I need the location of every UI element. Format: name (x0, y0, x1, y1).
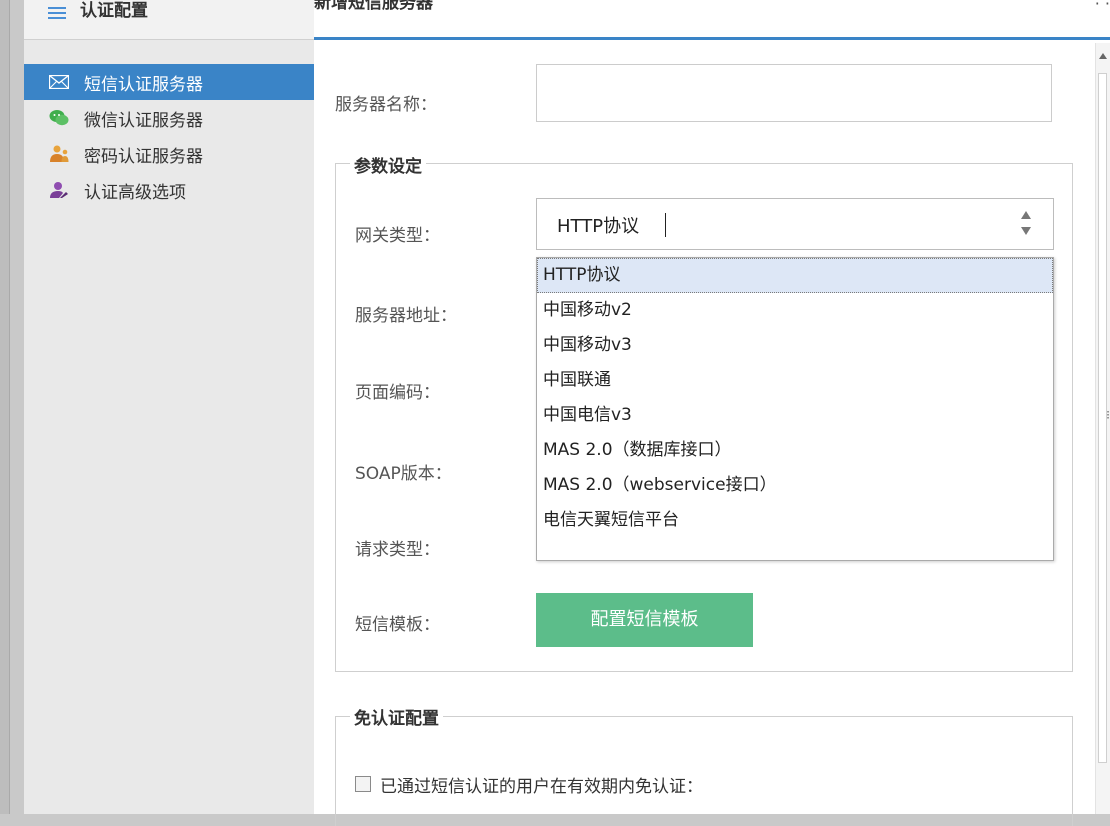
gateway-select[interactable]: HTTP协议 (536, 198, 1054, 250)
wechat-icon (48, 109, 70, 127)
dropdown-option[interactable]: MAS 2.0（数据库接口） (537, 433, 1053, 468)
dropdown-option[interactable]: 中国电信v3 (537, 398, 1053, 433)
arrow-down-icon (1021, 227, 1031, 235)
sidebar: 认证配置 短信认证服务器 微信认证服务器 密码认证服务器 认证高级选项 (24, 0, 314, 814)
sms-template-label: 短信模板： (355, 615, 440, 635)
resize-handle-icon[interactable]: ⁝ (1106, 408, 1110, 422)
exempt-checkbox-label: 已通过短信认证的用户在有效期内免认证： (380, 777, 703, 797)
dropdown-option[interactable]: 中国联通 (537, 363, 1053, 398)
sidebar-item-wechat-server[interactable]: 微信认证服务器 (24, 100, 314, 136)
dialog-title: 新增短信服务器 (314, 0, 433, 13)
exempt-checkbox[interactable] (355, 776, 371, 792)
sidebar-item-sms-server[interactable]: 短信认证服务器 (24, 64, 314, 100)
sidebar-item-label: 短信认证服务器 (84, 74, 203, 95)
sidebar-title: 认证配置 (80, 1, 148, 21)
select-spinner-icon[interactable] (1019, 209, 1033, 239)
dropdown-option[interactable]: MAS 2.0（webservice接口） (537, 468, 1053, 503)
sidebar-item-label: 微信认证服务器 (84, 110, 203, 131)
dropdown-option[interactable]: HTTP协议 (537, 258, 1053, 293)
dialog-controls[interactable]: · · (1095, 0, 1110, 13)
configure-sms-template-button[interactable]: 配置短信模板 (536, 593, 753, 647)
param-legend: 参数设定 (350, 152, 426, 177)
dropdown-option[interactable]: 中国移动v3 (537, 328, 1053, 363)
server-name-label: 服务器名称： (335, 95, 437, 115)
soap-version-label: SOAP版本： (355, 464, 452, 484)
sidebar-item-label: 密码认证服务器 (84, 146, 203, 167)
sidebar-item-advanced-options[interactable]: 认证高级选项 (24, 172, 314, 208)
text-cursor (665, 213, 666, 237)
sidebar-item-password-server[interactable]: 密码认证服务器 (24, 136, 314, 172)
sidebar-header: 认证配置 (24, 0, 314, 40)
server-address-label: 服务器地址： (355, 306, 457, 326)
exempt-fieldset (335, 716, 1073, 826)
gateway-label: 网关类型： (355, 226, 440, 246)
request-type-label: 请求类型： (355, 540, 440, 560)
scroll-up-icon[interactable] (1099, 53, 1107, 59)
user-settings-icon (48, 181, 70, 199)
dropdown-option[interactable]: 电信天翼短信平台 (537, 503, 1053, 538)
users-icon (48, 145, 70, 163)
list-icon (48, 6, 66, 19)
gateway-dropdown-list: HTTP协议 中国移动v2 中国移动v3 中国联通 中国电信v3 MAS 2.0… (536, 257, 1054, 561)
dropdown-option[interactable]: 中国移动v2 (537, 293, 1053, 328)
gateway-select-value: HTTP协议 (557, 216, 640, 237)
envelope-icon (48, 73, 70, 91)
page-encoding-label: 页面编码： (355, 383, 440, 403)
window-edge (0, 0, 10, 814)
arrow-up-icon (1021, 211, 1031, 219)
dialog-title-bar: 新增短信服务器 · · (314, 0, 1110, 40)
server-name-input[interactable] (536, 64, 1052, 122)
sidebar-nav: 短信认证服务器 微信认证服务器 密码认证服务器 认证高级选项 (24, 64, 314, 208)
vertical-scrollbar[interactable] (1095, 43, 1110, 814)
sidebar-item-label: 认证高级选项 (84, 182, 186, 203)
exempt-legend: 免认证配置 (350, 704, 443, 729)
